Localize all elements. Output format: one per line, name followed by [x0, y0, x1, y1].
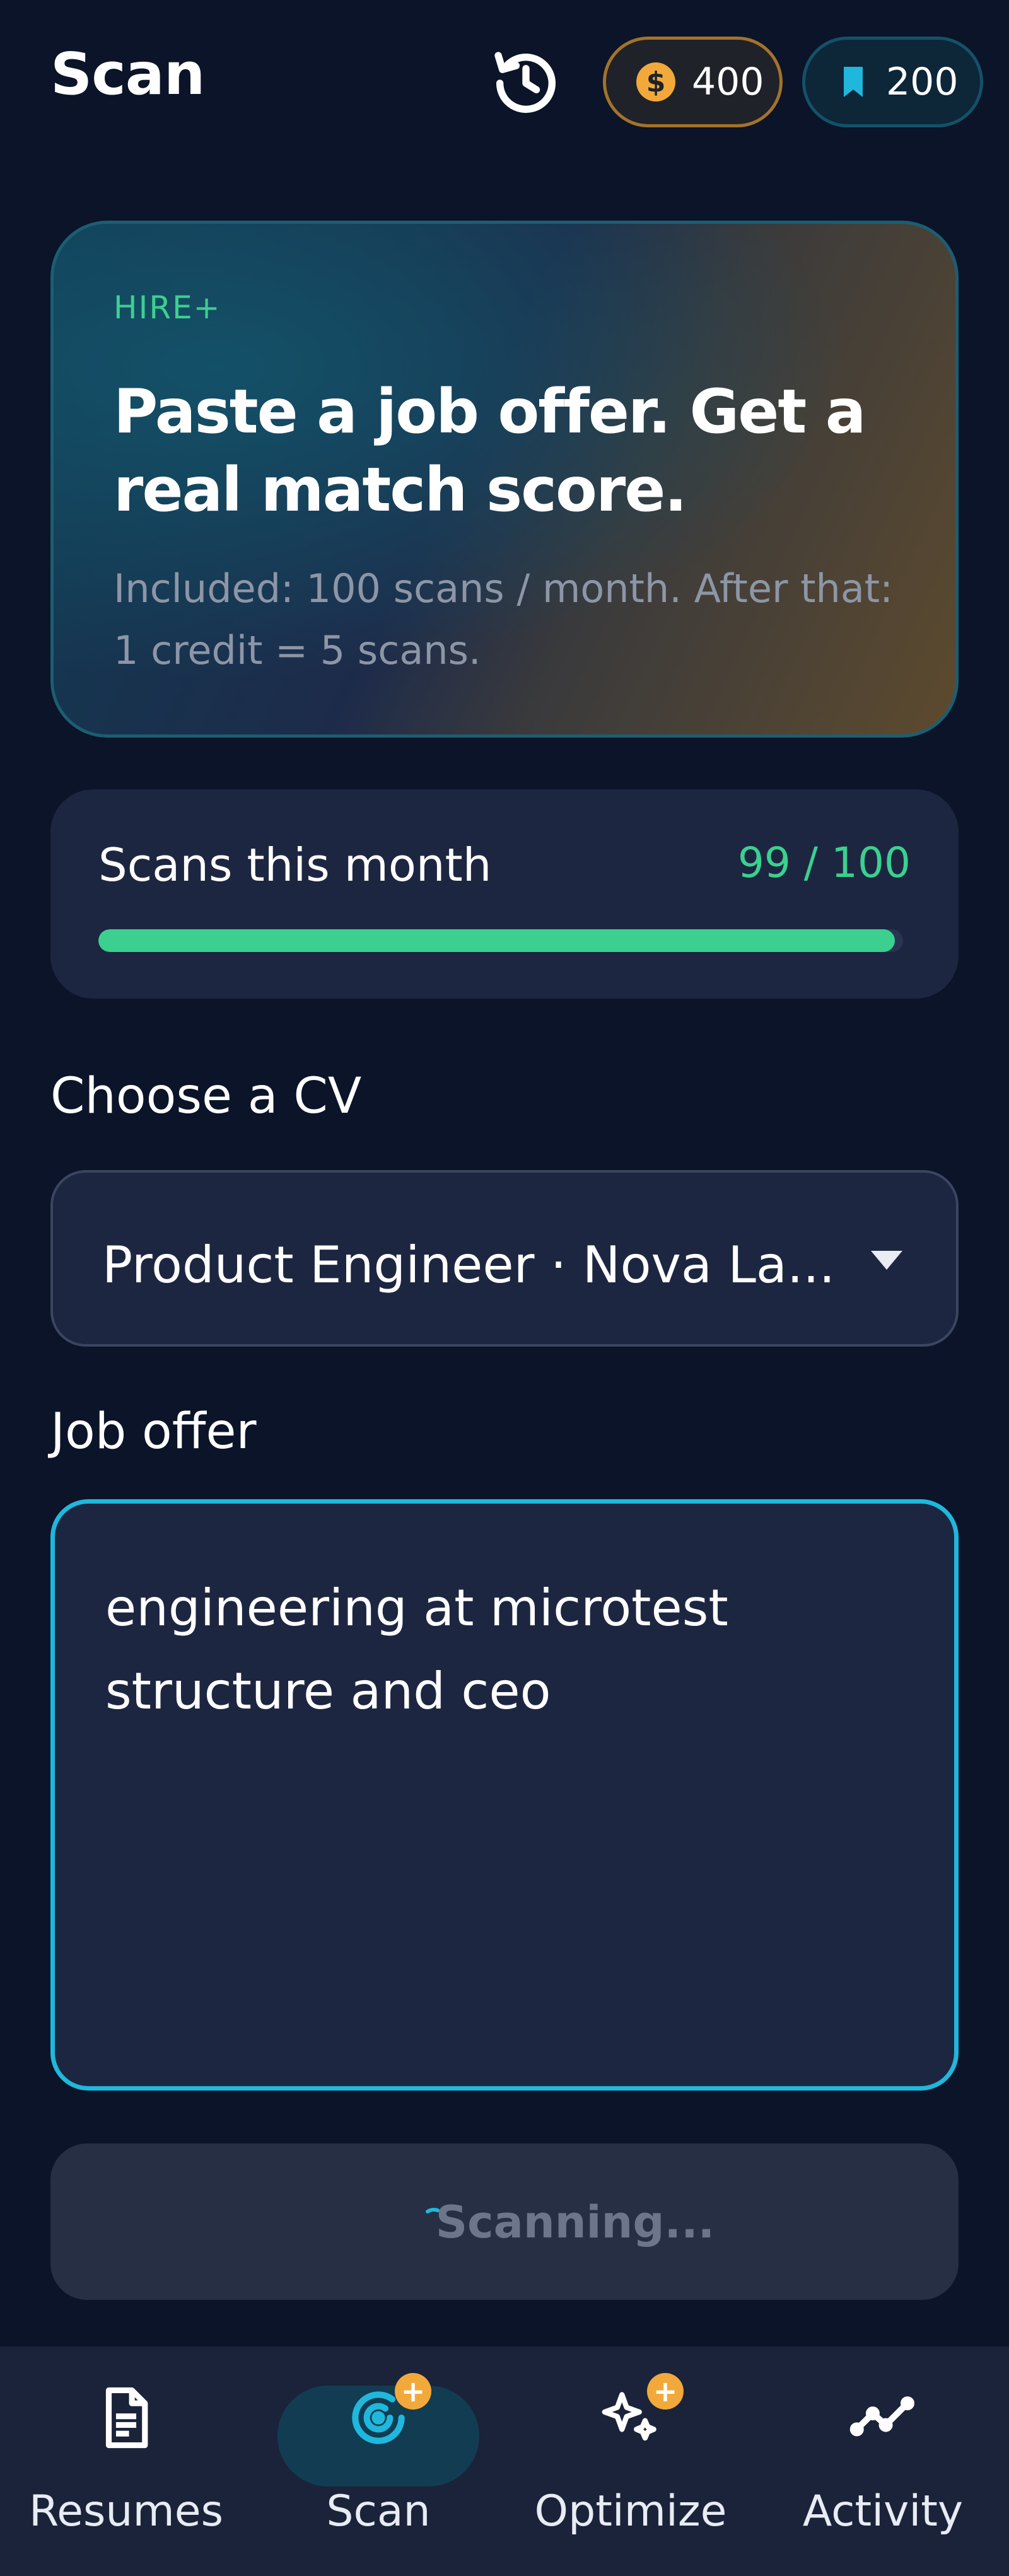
nav-item-optimize[interactable]: + Optimize — [504, 2347, 757, 2576]
cv-select[interactable]: Product Engineer · Nova La... — [50, 1170, 959, 1347]
job-offer-label: Job offer — [50, 1403, 257, 1460]
job-offer-text: engineering at microtest structure and c… — [105, 1579, 745, 1720]
job-offer-input[interactable]: engineering at microtest structure and c… — [50, 1499, 959, 2091]
nav-item-resumes[interactable]: Resumes — [0, 2347, 252, 2576]
nav-label-optimize: Optimize — [534, 2486, 727, 2536]
nav-label-resumes: Resumes — [28, 2486, 224, 2536]
hero-title: Paste a job offer. Get a real match scor… — [114, 376, 866, 525]
cv-label: Choose a CV — [50, 1068, 362, 1125]
scan-button[interactable]: Scanning... — [50, 2144, 959, 2300]
optimize-plus-badge: + — [647, 2373, 684, 2410]
nav-item-scan[interactable]: + Scan — [252, 2347, 504, 2576]
coin-icon: $ — [636, 62, 675, 102]
hero-tag: HIRE+ — [114, 289, 221, 326]
usage-count: 99 / 100 — [737, 838, 911, 887]
document-icon — [105, 2387, 148, 2449]
cv-selected-value: Product Engineer · Nova La... — [102, 1236, 836, 1294]
history-icon — [494, 52, 556, 113]
bookmark-icon — [844, 67, 863, 97]
coins-count: 400 — [692, 60, 764, 104]
scan-screen: Scan $ 400 200 HIRE+ Paste a job offer. … — [0, 0, 1009, 2576]
bottom-navigation: Resumes + Scan + Optimize Activity — [0, 2347, 1009, 2576]
hero-subtitle: Included: 100 scans / month. After that:… — [114, 566, 894, 673]
scan-plus-badge: + — [395, 2373, 431, 2410]
nav-label-scan: Scan — [326, 2486, 431, 2536]
scan-usage-card: Scans this month 99 / 100 — [50, 789, 959, 999]
scan-button-label: Scanning... — [435, 2196, 715, 2248]
coins-balance[interactable]: $ 400 — [603, 37, 783, 127]
history-button[interactable] — [487, 44, 565, 122]
saves-count: 200 — [886, 60, 959, 104]
usage-label: Scans this month — [98, 838, 492, 891]
activity-chart-icon — [849, 2396, 914, 2437]
usage-progress-fill — [98, 929, 895, 952]
page-title: Scan — [50, 40, 205, 108]
nav-item-activity[interactable]: Activity — [757, 2347, 1009, 2576]
dropdown-caret-icon — [871, 1251, 902, 1270]
hero-card: HIRE+ Paste a job offer. Get a real matc… — [50, 221, 959, 738]
nav-label-activity: Activity — [802, 2486, 964, 2536]
saves-balance[interactable]: 200 — [802, 37, 983, 127]
usage-progress-bar — [98, 929, 903, 952]
